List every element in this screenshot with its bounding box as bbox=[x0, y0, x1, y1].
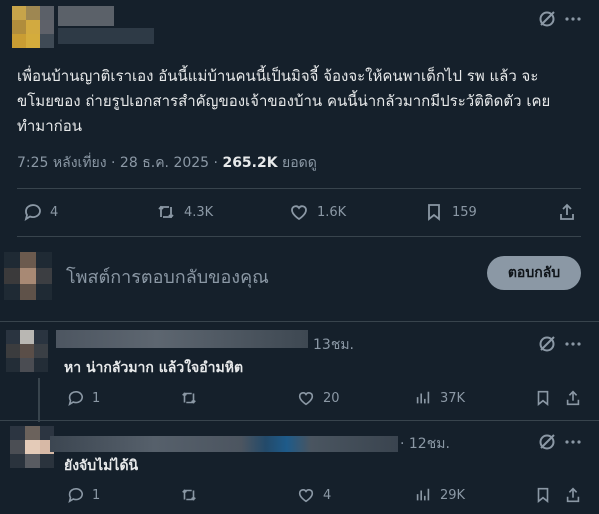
like-icon bbox=[298, 489, 314, 503]
post-text-line: เพื่อนบ้านญาติเราเอง อันนี้แม่บ้านคนนี้เ… bbox=[17, 67, 539, 85]
reply-timestamp[interactable]: 13ชม. bbox=[313, 334, 354, 356]
like-count: 20 bbox=[323, 390, 340, 406]
repost-icon bbox=[182, 489, 196, 501]
views-label: ยอดดู bbox=[277, 155, 317, 171]
grok-icon[interactable] bbox=[537, 432, 557, 452]
views-icon bbox=[416, 488, 430, 501]
post-text-line: ทำมาก่อน bbox=[17, 117, 82, 135]
author-avatar[interactable] bbox=[12, 6, 54, 48]
more-icon[interactable] bbox=[563, 432, 583, 452]
reply-text: หา น่ากลัวมาก แล้วใจอำมหิต bbox=[64, 360, 244, 376]
share-button[interactable] bbox=[557, 202, 577, 222]
reply-text: ยังจับไม่ได้นิ bbox=[64, 458, 139, 474]
reply-author-blurred[interactable] bbox=[56, 330, 308, 348]
reply-button[interactable]: 1 bbox=[66, 389, 100, 407]
like-count: 1.6K bbox=[317, 204, 347, 220]
author-handle-blurred bbox=[58, 28, 154, 44]
like-button[interactable]: 20 bbox=[297, 389, 340, 407]
views-count: 265.2K bbox=[222, 155, 278, 171]
like-icon bbox=[291, 205, 307, 221]
share-icon[interactable] bbox=[564, 486, 582, 504]
views-button[interactable]: 29K bbox=[414, 486, 465, 504]
repost-count: 4.3K bbox=[184, 204, 214, 220]
thread-line bbox=[38, 378, 40, 422]
post-timestamp[interactable]: 7:25 หลังเที่ยง · 28 ธ.ค. 2025 · bbox=[17, 155, 222, 171]
repost-button[interactable]: 4.3K bbox=[156, 202, 213, 222]
reply-icon bbox=[68, 487, 83, 504]
like-button[interactable]: 4 bbox=[297, 486, 331, 504]
reply-submit-button[interactable]: ตอบกลับ bbox=[487, 256, 581, 290]
post-meta: 7:25 หลังเที่ยง · 28 ธ.ค. 2025 · 265.2K … bbox=[17, 152, 317, 174]
reply-count: 1 bbox=[92, 390, 101, 406]
reply-avatar[interactable] bbox=[6, 330, 48, 372]
repost-button[interactable] bbox=[180, 389, 206, 407]
views-count: 37K bbox=[440, 390, 466, 406]
reply-icon bbox=[24, 204, 41, 221]
divider bbox=[17, 188, 581, 189]
bookmark-count: 159 bbox=[452, 204, 477, 220]
bookmark-button[interactable]: 159 bbox=[424, 202, 477, 222]
reply-composer-input[interactable]: โพสต์การตอบกลับของคุณ bbox=[66, 262, 269, 291]
bookmark-icon bbox=[428, 204, 440, 221]
reply-icon bbox=[68, 390, 83, 407]
user-avatar[interactable] bbox=[4, 252, 52, 300]
reply-count: 4 bbox=[50, 204, 59, 220]
reply-avatar[interactable] bbox=[10, 426, 54, 468]
more-icon[interactable] bbox=[563, 334, 583, 354]
post-text-line: ขโมยของ ถ่ายรูปเอกสารสำคัญของเจ้าของบ้าน… bbox=[17, 92, 551, 110]
reply-button[interactable]: 1 bbox=[66, 486, 100, 504]
reply-author-blurred[interactable] bbox=[50, 436, 398, 452]
bookmark-icon[interactable] bbox=[534, 486, 552, 504]
bookmark-icon[interactable] bbox=[534, 389, 552, 407]
divider bbox=[17, 236, 581, 237]
like-button[interactable]: 1.6K bbox=[289, 202, 346, 222]
reply-button[interactable]: 4 bbox=[22, 202, 58, 222]
repost-icon bbox=[158, 205, 174, 219]
grok-icon[interactable] bbox=[537, 9, 557, 29]
like-count: 4 bbox=[323, 487, 332, 503]
views-icon bbox=[416, 391, 430, 404]
share-icon bbox=[560, 203, 574, 220]
grok-icon[interactable] bbox=[537, 334, 557, 354]
views-count: 29K bbox=[440, 487, 466, 503]
views-button[interactable]: 37K bbox=[414, 389, 465, 407]
divider bbox=[0, 420, 599, 421]
author-name-blurred[interactable] bbox=[58, 6, 114, 26]
repost-icon bbox=[182, 392, 196, 404]
share-icon[interactable] bbox=[564, 389, 582, 407]
repost-button[interactable] bbox=[180, 486, 206, 504]
more-icon[interactable] bbox=[563, 9, 583, 29]
reply-timestamp[interactable]: · 12ชม. bbox=[400, 433, 450, 455]
like-icon bbox=[298, 392, 314, 406]
divider bbox=[0, 321, 599, 322]
reply-count: 1 bbox=[92, 487, 101, 503]
